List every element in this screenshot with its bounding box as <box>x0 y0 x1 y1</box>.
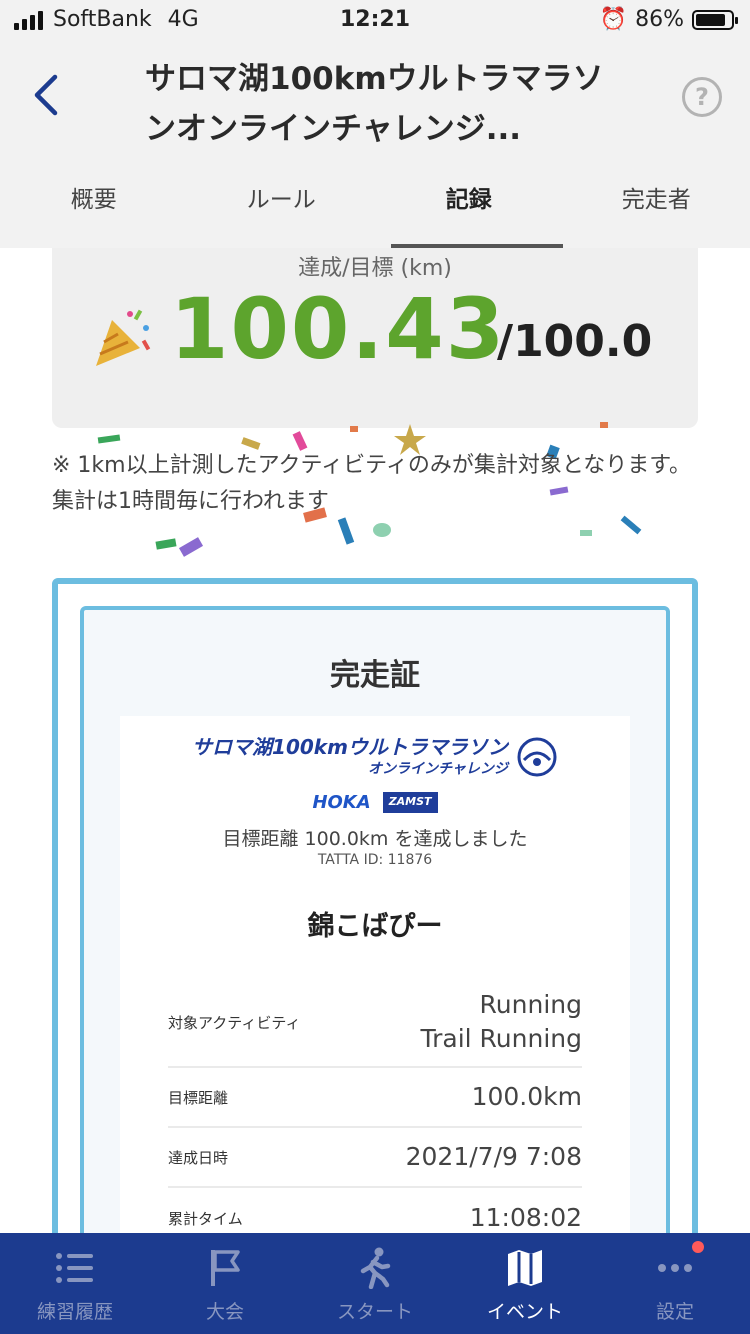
battery-percent: 86% <box>635 7 684 32</box>
certificate-details: 対象アクティビティ Running Trail Running 目標距離 100… <box>168 978 582 1233</box>
event-logo: サロマ湖100kmウルトラマラソン オンラインチャレンジ <box>120 736 630 780</box>
record-panel: 達成/目標 (km) 100.43 /100.0 <box>52 248 698 428</box>
detail-key: 対象アクティビティ <box>168 1013 301 1032</box>
detail-value: 2021/7/9 7:08 <box>405 1142 582 1171</box>
tab-training-history[interactable]: 練習履歴 <box>0 1233 150 1334</box>
certificate-title: 完走証 <box>330 658 420 693</box>
tab-settings[interactable]: 設定 <box>600 1233 750 1334</box>
question-icon: ? <box>695 83 709 111</box>
note-text: ※ 1km以上計測したアクティビティのみが集計対象となります。集計は1時間毎に行… <box>52 453 691 514</box>
detail-value: 11:08:02 <box>469 1203 582 1232</box>
tab-label: イベント <box>486 1301 563 1323</box>
certificate-inner: 完走証 サロマ湖100kmウルトラマラソン オンラインチャレンジ HOKA ZA… <box>80 606 670 1233</box>
list-icon <box>56 1253 93 1283</box>
tab-overview[interactable]: 概要 <box>0 180 188 248</box>
logo-line1: サロマ湖100kmウルトラマラソン <box>192 735 508 759</box>
bottom-tab-bar: 練習履歴 大会 スタート イベント 設定 <box>0 1233 750 1334</box>
detail-key: 達成日時 <box>168 1148 229 1167</box>
tab-start[interactable]: スタート <box>300 1233 450 1334</box>
alarm-icon: ⏰ <box>599 7 628 32</box>
logo-line2: オンラインチャレンジ <box>368 761 508 777</box>
detail-key: 累計タイム <box>168 1209 243 1228</box>
flag-icon <box>211 1250 240 1286</box>
detail-row-goal: 目標距離 100.0km <box>168 1068 582 1128</box>
scroll-content[interactable]: 達成/目標 (km) 100.43 /100.0 ※ 1km以上計測したアクティ… <box>0 248 750 1233</box>
record-label: 達成/目標 (km) <box>298 256 452 281</box>
sponsor-logos: HOKA ZAMST <box>120 792 630 813</box>
saroma-emblem-icon <box>517 737 557 777</box>
status-bar: SoftBank 4G 12:21 ⏰ 86% <box>0 0 750 40</box>
detail-value: 100.0km <box>471 1082 582 1111</box>
achieved-text: 目標距離 100.0km を達成しました <box>222 828 528 850</box>
certificate-frame: 完走証 サロマ湖100kmウルトラマラソン オンラインチャレンジ HOKA ZA… <box>52 578 698 1233</box>
hoka-logo: HOKA <box>312 792 371 813</box>
runner-name: 錦こばぴー <box>307 911 443 942</box>
tab-record[interactable]: 記録 <box>375 180 563 248</box>
back-button[interactable] <box>26 70 66 120</box>
nav-header: サロマ湖100kmウルトラマラソンオンラインチャレンジ... ? 概要 ルール … <box>0 40 750 248</box>
battery-icon <box>692 9 738 30</box>
tab-label: 練習履歴 <box>36 1301 113 1323</box>
help-button[interactable]: ? <box>682 77 722 117</box>
certificate-card: サロマ湖100kmウルトラマラソン オンラインチャレンジ HOKA ZAMST … <box>120 716 630 1233</box>
detail-row-date: 達成日時 2021/7/9 7:08 <box>168 1128 582 1188</box>
chevron-left-icon <box>34 74 58 116</box>
map-icon <box>508 1250 542 1286</box>
goal-distance: /100.0 <box>497 316 653 367</box>
tab-label: 設定 <box>655 1301 694 1323</box>
tab-label: スタート <box>336 1301 413 1323</box>
more-icon <box>658 1264 692 1272</box>
notification-badge <box>692 1241 704 1253</box>
detail-value: Running <box>479 990 582 1019</box>
tab-races[interactable]: 大会 <box>150 1233 300 1334</box>
detail-row-time: 累計タイム 11:08:02 <box>168 1188 582 1233</box>
detail-value: Trail Running <box>420 1024 582 1053</box>
tab-finishers[interactable]: 完走者 <box>563 180 750 248</box>
tab-bar-top: 概要 ルール 記録 完走者 <box>0 180 750 248</box>
runner-icon <box>360 1247 391 1289</box>
party-popper-icon <box>96 309 151 366</box>
tatta-id: TATTA ID: 11876 <box>317 852 433 868</box>
zamst-logo: ZAMST <box>382 792 438 813</box>
achieved-distance: 100.43 <box>170 280 507 378</box>
detail-row-activity: 対象アクティビティ Running Trail Running <box>168 978 582 1068</box>
tab-rules[interactable]: ルール <box>188 180 376 248</box>
page-title: サロマ湖100kmウルトラマラソンオンラインチャレンジ... <box>145 61 604 147</box>
tab-events[interactable]: イベント <box>450 1233 600 1334</box>
tab-label: 大会 <box>205 1301 244 1323</box>
detail-key: 目標距離 <box>168 1088 229 1107</box>
